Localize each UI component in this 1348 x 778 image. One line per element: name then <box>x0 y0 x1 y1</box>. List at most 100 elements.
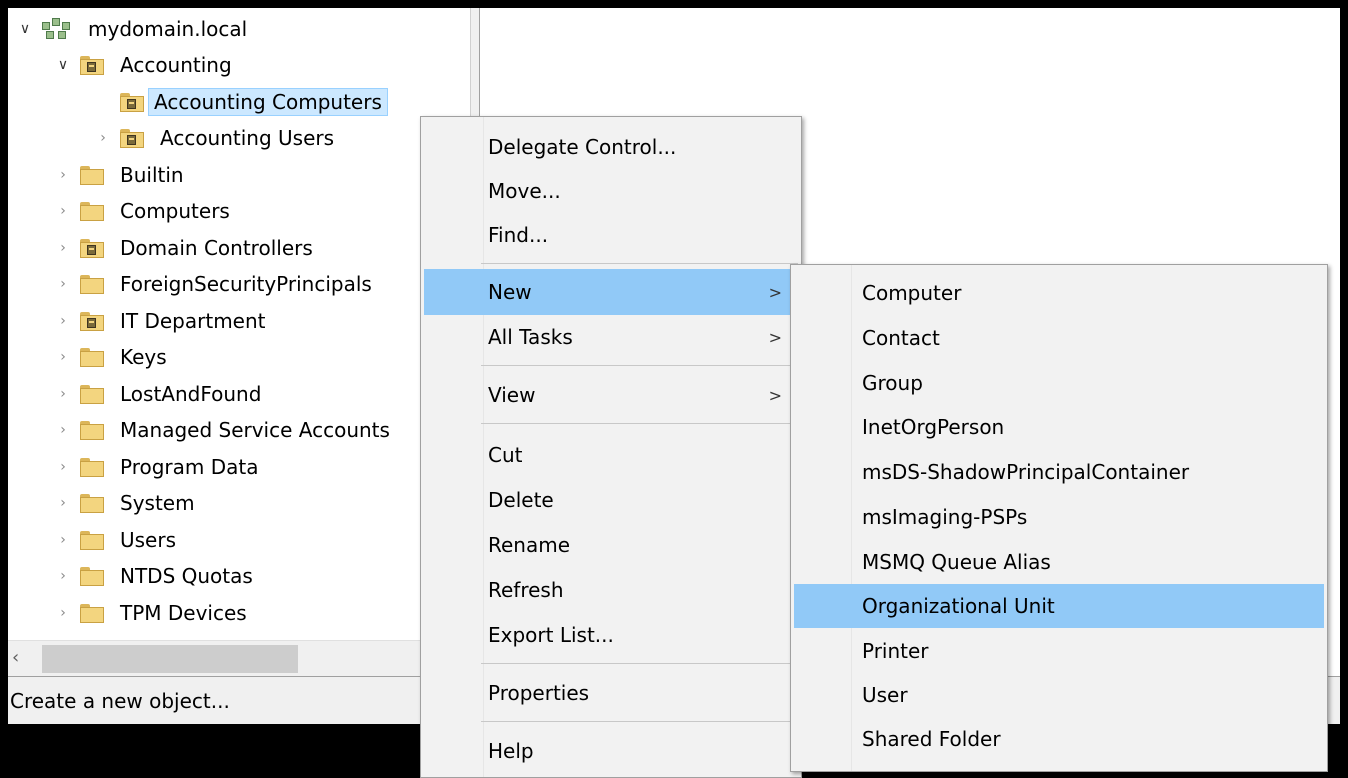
tree-item-accounting-users[interactable]: › Accounting Users <box>92 121 340 155</box>
folder-icon <box>80 492 104 514</box>
chevron-right-icon[interactable]: › <box>52 231 74 265</box>
new-submenu: Computer Contact Group InetOrgPerson msD… <box>790 264 1328 772</box>
menu-item-label: Computer <box>862 281 962 305</box>
submenu-item-group[interactable]: Group <box>794 361 1324 405</box>
submenu-item-organizational-unit[interactable]: Organizational Unit <box>794 584 1324 628</box>
submenu-item-printer[interactable]: Printer <box>794 629 1324 673</box>
menu-item-label: InetOrgPerson <box>862 415 1005 439</box>
chevron-right-icon[interactable]: › <box>52 450 74 484</box>
submenu-arrow-icon: > <box>768 385 782 405</box>
ou-folder-icon <box>120 127 144 149</box>
submenu-item-contact[interactable]: Contact <box>794 316 1324 360</box>
menu-item-label: Help <box>488 739 534 763</box>
menu-item-label: Group <box>862 371 923 395</box>
menu-separator <box>481 263 798 264</box>
submenu-item-msimaging-psps[interactable]: msImaging-PSPs <box>794 495 1324 539</box>
menu-item-label: msImaging-PSPs <box>862 505 1028 529</box>
menu-item-refresh[interactable]: Refresh <box>424 568 798 612</box>
menu-item-label: Rename <box>488 533 571 557</box>
tree-item-builtin[interactable]: › Builtin <box>52 158 190 192</box>
folder-icon <box>80 273 104 295</box>
menu-item-view[interactable]: View > <box>424 373 798 417</box>
tree-item-lost-and-found[interactable]: › LostAndFound <box>52 377 267 411</box>
menu-item-label: All Tasks <box>488 325 573 349</box>
tree-item-label: Keys <box>120 345 167 369</box>
chevron-down-icon[interactable]: ∨ <box>14 12 36 46</box>
tree-item-users[interactable]: › Users <box>52 523 182 557</box>
chevron-right-icon[interactable]: › <box>52 194 74 228</box>
chevron-right-icon[interactable]: › <box>52 304 74 338</box>
ou-folder-icon <box>80 310 104 332</box>
tree-item-computers[interactable]: › Computers <box>52 194 236 228</box>
tree-item-label: Builtin <box>120 163 184 187</box>
menu-item-find[interactable]: Find... <box>424 213 798 257</box>
menu-item-label: Delete <box>488 488 554 512</box>
tree-item-label: TPM Devices <box>120 601 247 625</box>
menu-item-label: User <box>862 683 908 707</box>
chevron-down-icon[interactable]: ∨ <box>52 48 74 82</box>
tree-item-label: Program Data <box>120 455 259 479</box>
tree-item-accounting-computers[interactable]: Accounting Computers <box>120 85 388 119</box>
menu-item-help[interactable]: Help <box>424 729 798 773</box>
submenu-item-computer[interactable]: Computer <box>794 271 1324 315</box>
context-menu: Delegate Control... Move... Find... New … <box>420 116 802 778</box>
submenu-item-user[interactable]: User <box>794 673 1324 717</box>
menu-separator <box>481 423 798 424</box>
folder-icon <box>80 565 104 587</box>
menu-separator <box>481 365 798 366</box>
chevron-right-icon[interactable]: › <box>52 340 74 374</box>
tree-item-label: Managed Service Accounts <box>120 418 390 442</box>
chevron-right-icon[interactable]: › <box>52 267 74 301</box>
menu-item-new[interactable]: New > <box>424 269 798 315</box>
tree-item-program-data[interactable]: › Program Data <box>52 450 265 484</box>
tree-item-label: NTDS Quotas <box>120 564 253 588</box>
chevron-right-icon[interactable]: › <box>52 158 74 192</box>
chevron-right-icon[interactable]: › <box>52 559 74 593</box>
submenu-item-inetorgperson[interactable]: InetOrgPerson <box>794 405 1324 449</box>
submenu-item-shared-folder[interactable]: Shared Folder <box>794 717 1324 761</box>
submenu-item-msmq-queue-alias[interactable]: MSMQ Queue Alias <box>794 540 1324 584</box>
chevron-right-icon[interactable]: › <box>52 413 74 447</box>
menu-item-label: Printer <box>862 639 929 663</box>
folder-icon <box>80 456 104 478</box>
menu-item-delegate-control[interactable]: Delegate Control... <box>424 125 798 169</box>
folder-icon <box>80 529 104 551</box>
chevron-right-icon[interactable]: › <box>52 486 74 520</box>
menu-item-properties[interactable]: Properties <box>424 671 798 715</box>
menu-item-export-list[interactable]: Export List... <box>424 613 798 657</box>
submenu-item-msds-shadow-principal-container[interactable]: msDS-ShadowPrincipalContainer <box>794 450 1324 494</box>
tree-item-system[interactable]: › System <box>52 486 201 520</box>
tree-item-label: System <box>120 491 195 515</box>
chevron-right-icon[interactable]: › <box>92 121 114 155</box>
tree-item-foreign-security-principals[interactable]: › ForeignSecurityPrincipals <box>52 267 378 301</box>
menu-item-all-tasks[interactable]: All Tasks > <box>424 315 798 359</box>
scroll-left-icon[interactable]: ‹ <box>12 647 19 668</box>
menu-item-label: Shared Folder <box>862 727 1001 751</box>
tree-item-label: IT Department <box>120 309 266 333</box>
menu-item-cut[interactable]: Cut <box>424 433 798 477</box>
tree-item-managed-service-accounts[interactable]: › Managed Service Accounts <box>52 413 396 447</box>
folder-icon <box>80 419 104 441</box>
menu-item-label: View <box>488 383 536 407</box>
menu-item-rename[interactable]: Rename <box>424 523 798 567</box>
chevron-right-icon[interactable]: › <box>52 377 74 411</box>
menu-item-label: Refresh <box>488 578 564 602</box>
tree-item-domain[interactable]: ∨ mydomain.local <box>14 12 253 46</box>
tree-item-ntds-quotas[interactable]: › NTDS Quotas <box>52 559 259 593</box>
scrollbar-thumb[interactable] <box>42 645 298 673</box>
tree-item-tpm-devices[interactable]: › TPM Devices <box>52 596 253 630</box>
tree-item-label: Accounting Users <box>160 126 335 150</box>
tree-item-domain-controllers[interactable]: › Domain Controllers <box>52 231 319 265</box>
tree-item-accounting[interactable]: ∨ Accounting <box>52 48 238 82</box>
tree-item-keys[interactable]: › Keys <box>52 340 173 374</box>
ou-folder-icon <box>120 91 144 113</box>
menu-item-delete[interactable]: Delete <box>424 478 798 522</box>
chevron-right-icon[interactable]: › <box>52 596 74 630</box>
tree-item-it-department[interactable]: › IT Department <box>52 304 272 338</box>
domain-icon <box>42 18 72 40</box>
menu-item-move[interactable]: Move... <box>424 169 798 213</box>
menu-item-label: Export List... <box>488 623 614 647</box>
chevron-right-icon[interactable]: › <box>52 523 74 557</box>
horizontal-scrollbar[interactable]: ‹ <box>8 640 470 677</box>
submenu-arrow-icon: > <box>768 282 782 302</box>
